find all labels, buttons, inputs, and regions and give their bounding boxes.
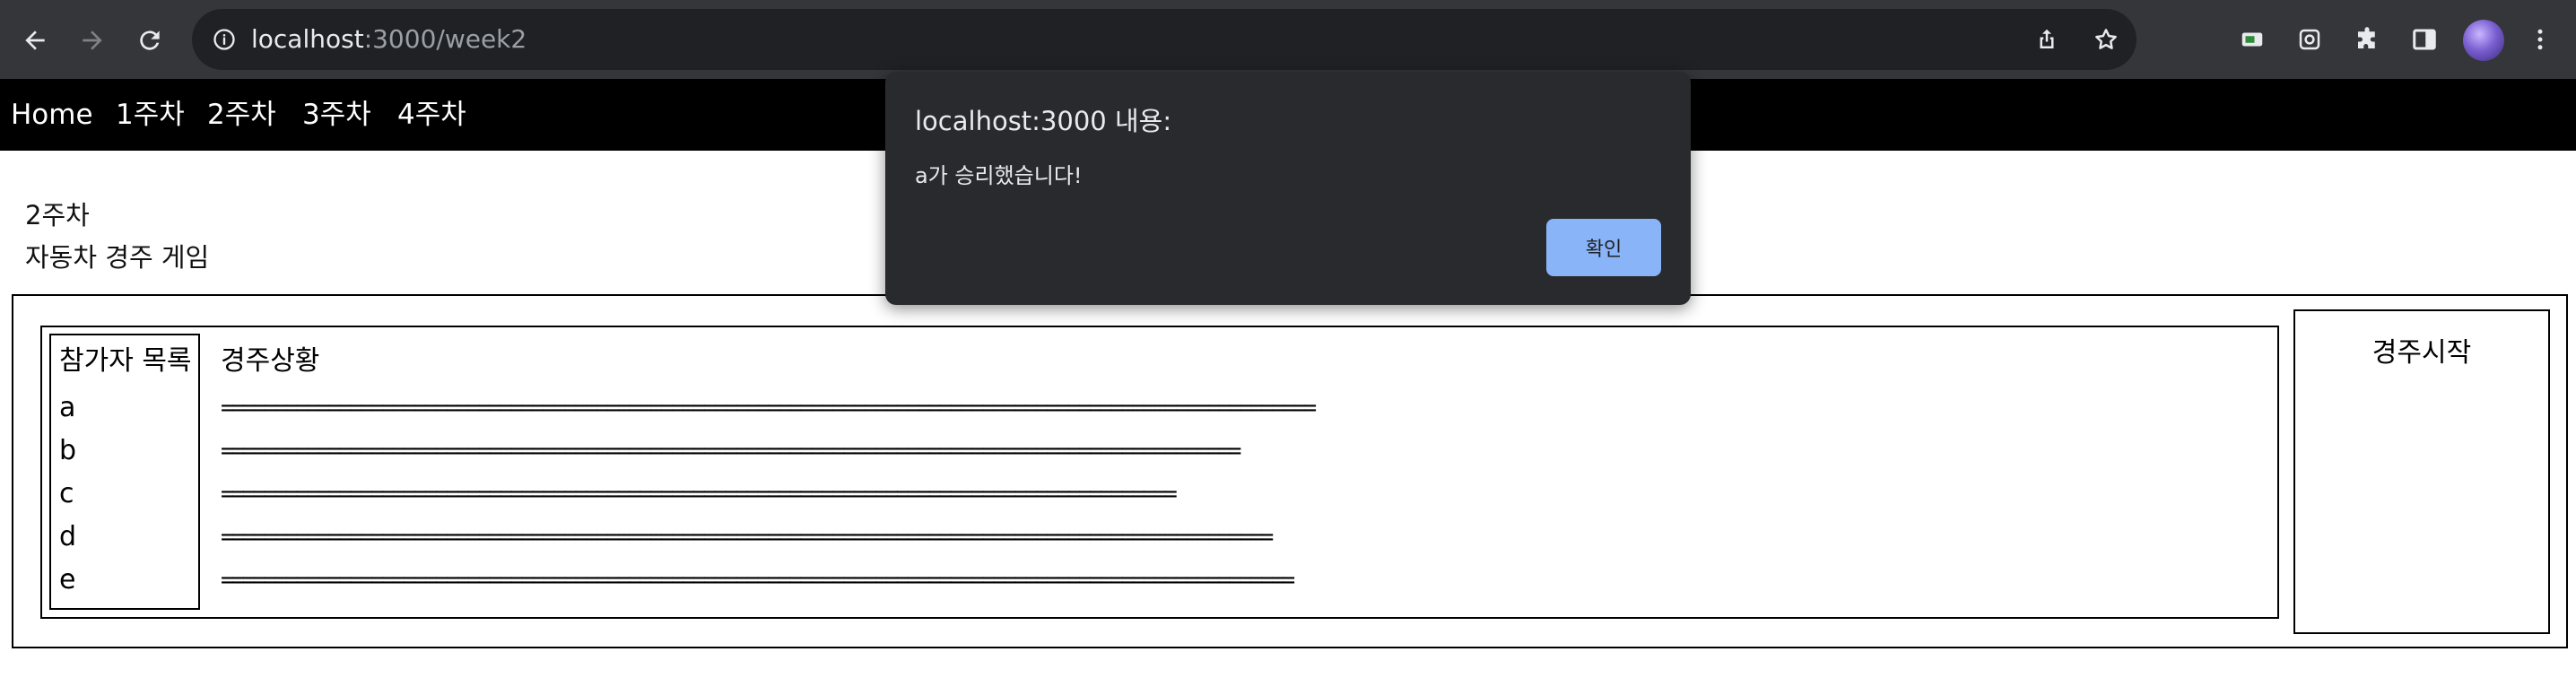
url-path: :3000/week2 [363, 24, 527, 54]
extension-box-icon[interactable] [2292, 22, 2328, 57]
back-icon[interactable] [14, 20, 56, 61]
bookmark-star-icon[interactable] [2088, 22, 2124, 57]
nav-week3-link[interactable]: 3주차 [302, 97, 371, 133]
game-title: 자동차 경주 게임 [25, 242, 210, 273]
race-status-header: 경주상황 [221, 345, 320, 377]
nav-home-link[interactable]: Home [11, 97, 93, 133]
participant-name: e [59, 564, 76, 595]
browser-toolbar: localhost:3000/week2 [0, 0, 2576, 79]
participant-name: c [59, 478, 74, 509]
forward-icon[interactable] [72, 20, 113, 61]
participant-name: d [59, 521, 77, 552]
race-track-line: ========================================… [221, 481, 1178, 507]
participant-name: b [59, 435, 77, 466]
share-icon[interactable] [2029, 22, 2065, 57]
nav-week4-link[interactable]: 4주차 [397, 97, 466, 133]
address-bar[interactable]: localhost:3000/week2 [192, 9, 2137, 70]
side-panel-icon[interactable] [2406, 22, 2442, 57]
url-text[interactable]: localhost:3000/week2 [251, 9, 527, 70]
race-track-line: ========================================… [221, 395, 1317, 421]
participants-header: 참가자 목록 [59, 345, 192, 377]
reload-icon[interactable] [129, 20, 170, 61]
extension-green-icon[interactable] [2234, 22, 2270, 57]
avatar[interactable] [2463, 20, 2504, 61]
week-title: 2주차 [25, 200, 90, 230]
dialog-message: a가 승리했습니다! [915, 163, 1083, 188]
participant-name: a [59, 392, 76, 423]
nav-week2-link[interactable]: 2주차 [207, 97, 276, 133]
race-start-button[interactable]: 경주시작 [2293, 336, 2550, 370]
url-host: localhost [251, 24, 364, 54]
dialog-title: localhost:3000 내용: [915, 106, 1172, 136]
alert-dialog: localhost:3000 내용: a가 승리했습니다! 확인 [885, 72, 1691, 305]
race-track-line: ========================================… [221, 438, 1241, 464]
more-menu-icon[interactable] [2522, 22, 2558, 57]
puzzle-icon[interactable] [2349, 22, 2385, 57]
race-track-line: ========================================… [221, 567, 1295, 593]
race-track-line: ========================================… [221, 524, 1274, 550]
nav-week1-link[interactable]: 1주차 [116, 97, 185, 133]
dialog-ok-button[interactable]: 확인 [1546, 219, 1661, 276]
site-info-icon[interactable] [206, 22, 242, 57]
